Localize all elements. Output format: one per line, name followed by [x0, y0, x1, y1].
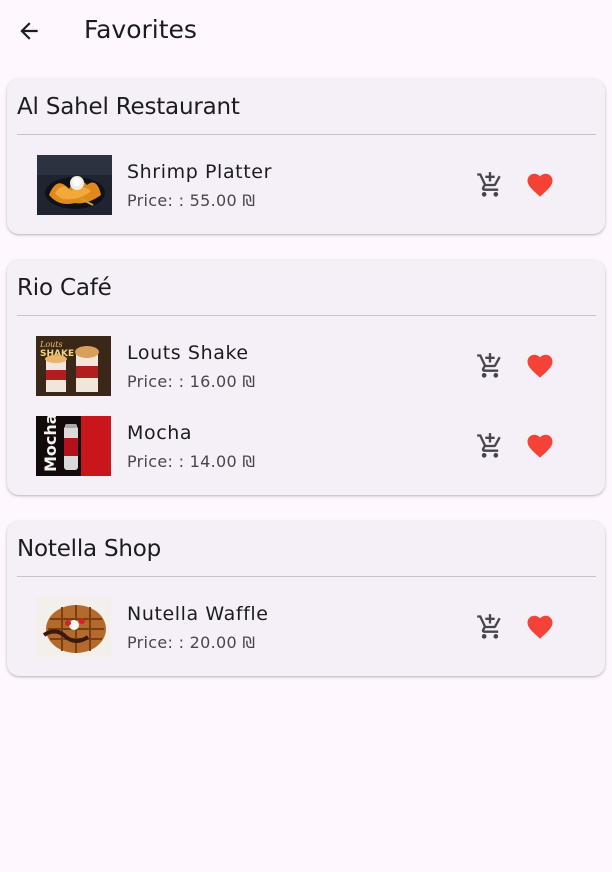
- item-price: Price: : 16.00 ₪: [127, 372, 256, 391]
- back-button[interactable]: [10, 12, 48, 50]
- favorite-item[interactable]: Louts SHAKE Louts Shake Price: : 16.00 ₪: [7, 336, 605, 396]
- favorite-item[interactable]: Mocha Mocha Price: : 14.00 ₪: [7, 416, 605, 476]
- add-shopping-cart-icon: [477, 433, 501, 458]
- item-price: Price: : 55.00 ₪: [127, 191, 256, 210]
- restaurant-name: Rio Café: [17, 275, 112, 301]
- item-image: [37, 155, 112, 215]
- heart-icon: [527, 615, 553, 639]
- page-title: Favorites: [84, 15, 197, 44]
- item-price: Price: : 20.00 ₪: [127, 633, 256, 652]
- restaurant-name: Al Sahel Restaurant: [17, 94, 240, 120]
- divider: [17, 315, 596, 316]
- divider: [17, 576, 596, 577]
- add-shopping-cart-icon: [477, 172, 501, 197]
- arrow-back-icon: [20, 22, 38, 40]
- heart-icon: [527, 173, 553, 197]
- add-to-cart-button[interactable]: [471, 167, 509, 203]
- favorite-button[interactable]: [521, 609, 559, 645]
- favorite-button[interactable]: [521, 348, 559, 384]
- item-name: Nutella Waffle: [127, 603, 269, 625]
- item-image: Louts SHAKE: [36, 336, 111, 396]
- item-name: Shrimp Platter: [127, 161, 272, 183]
- favorite-button[interactable]: [521, 167, 559, 203]
- svg-text:Louts: Louts: [39, 340, 63, 349]
- item-name: Louts Shake: [127, 342, 249, 364]
- restaurant-card: Notella Shop Nutella Waffle Price:: 20.…: [7, 521, 605, 676]
- add-shopping-cart-icon: [477, 353, 501, 378]
- svg-text:Mocha: Mocha: [41, 416, 60, 472]
- add-to-cart-button[interactable]: [471, 609, 509, 645]
- restaurant-card: Rio Café Louts SHAKE Louts Shake Price: …: [7, 260, 605, 495]
- divider: [17, 134, 596, 135]
- add-shopping-cart-icon: [477, 614, 501, 639]
- add-to-cart-button[interactable]: [471, 428, 509, 464]
- restaurant-card: Al Sahel Restaurant Shrimp Platter Price…: [7, 79, 605, 234]
- favorite-item[interactable]: Nutella Waffle Price: : 20.00 ₪: [7, 597, 605, 657]
- item-name: Mocha: [127, 422, 193, 444]
- favorite-button[interactable]: [521, 428, 559, 464]
- add-to-cart-button[interactable]: [471, 348, 509, 384]
- app-bar: Favorites: [0, 0, 612, 62]
- item-price: Price: : 14.00 ₪: [127, 452, 256, 471]
- heart-icon: [527, 354, 553, 378]
- item-image: [36, 597, 111, 657]
- favorite-item[interactable]: Shrimp Platter Price: : 55.00 ₪: [7, 155, 605, 215]
- restaurant-name: Notella Shop: [17, 536, 162, 562]
- item-image: Mocha: [36, 416, 111, 476]
- heart-icon: [527, 434, 553, 458]
